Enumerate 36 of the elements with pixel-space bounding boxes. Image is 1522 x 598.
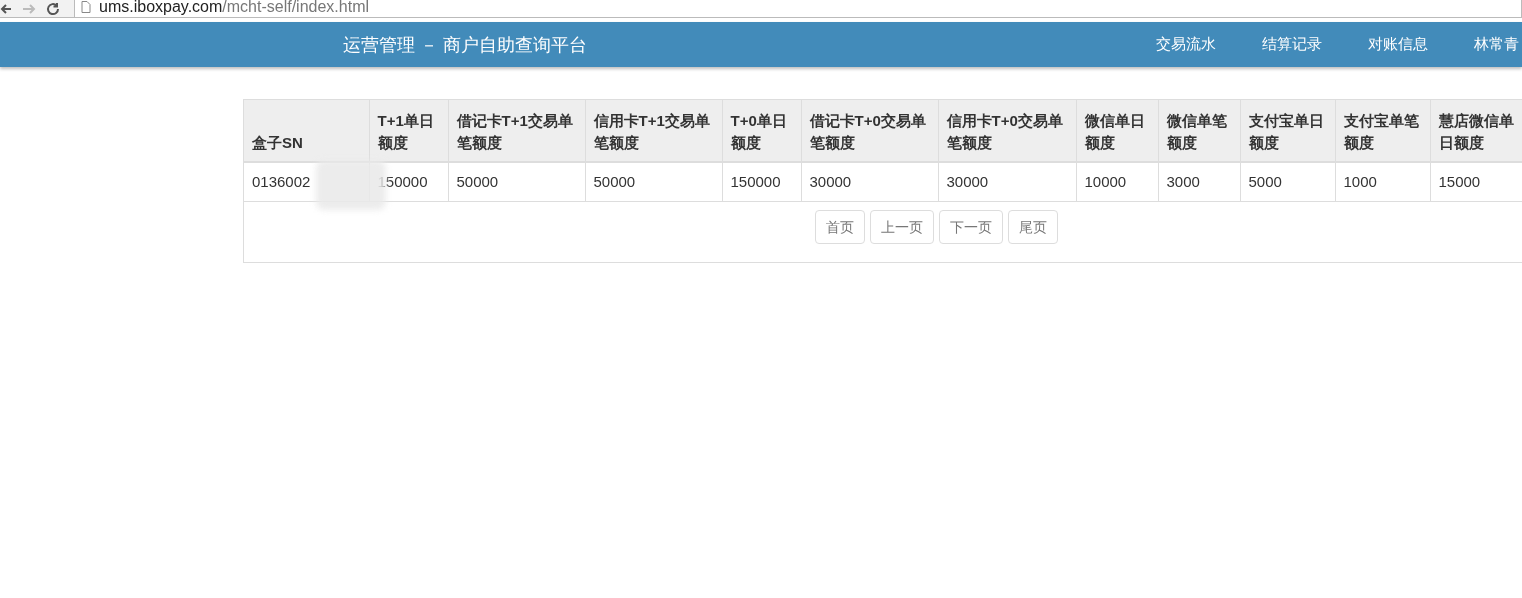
page-button[interactable]: 上一页 — [870, 210, 934, 244]
column-header: 慧店微信单日额度 — [1430, 100, 1522, 162]
column-header: T+0单日额度 — [722, 100, 801, 162]
nav-link[interactable]: 交易流水 — [1156, 35, 1216, 54]
column-header: 借记卡T+0交易单笔额度 — [801, 100, 938, 162]
table-cell: 15000 — [1430, 162, 1522, 202]
column-header: 微信单日额度 — [1076, 100, 1158, 162]
table-cell: 150000 — [722, 162, 801, 202]
column-header: 信用卡T+1交易单笔额度 — [585, 100, 722, 162]
table-cell: 30000 — [801, 162, 938, 202]
reload-icon[interactable] — [46, 1, 60, 16]
table-cell: 50000 — [585, 162, 722, 202]
table-cell: 5000 — [1240, 162, 1335, 202]
column-header: 借记卡T+1交易单笔额度 — [448, 100, 585, 162]
column-header: 信用卡T+0交易单笔额度 — [938, 100, 1076, 162]
column-header: 微信单笔额度 — [1158, 100, 1240, 162]
page-button[interactable]: 尾页 — [1008, 210, 1058, 244]
column-header: T+1单日额度 — [369, 100, 448, 162]
page-button[interactable]: 下一页 — [939, 210, 1003, 244]
table-cell: 3000 — [1158, 162, 1240, 202]
column-header: 盒子SN — [244, 100, 369, 162]
table-cell: 30000 — [938, 162, 1076, 202]
nav-link[interactable]: 结算记录 — [1262, 35, 1322, 54]
table-cell: 1000 — [1335, 162, 1430, 202]
nav-link[interactable]: 对账信息 — [1368, 35, 1428, 54]
url-text: ums.iboxpay.com/mcht-self/index.html — [99, 0, 370, 16]
back-icon[interactable] — [0, 2, 12, 15]
column-header: 支付宝单日额度 — [1240, 100, 1335, 162]
page-icon — [81, 0, 91, 13]
nav-link[interactable]: 林常青 — [1474, 35, 1519, 54]
table-cell: 10000 — [1076, 162, 1158, 202]
table-cell: 50000 — [448, 162, 585, 202]
page-button[interactable]: 首页 — [815, 210, 865, 244]
column-header: 支付宝单笔额度 — [1335, 100, 1430, 162]
site-title[interactable]: 运营管理 － 商户自助查询平台 — [343, 32, 587, 57]
address-field[interactable]: ums.iboxpay.com/mcht-self/index.html — [74, 0, 1522, 17]
